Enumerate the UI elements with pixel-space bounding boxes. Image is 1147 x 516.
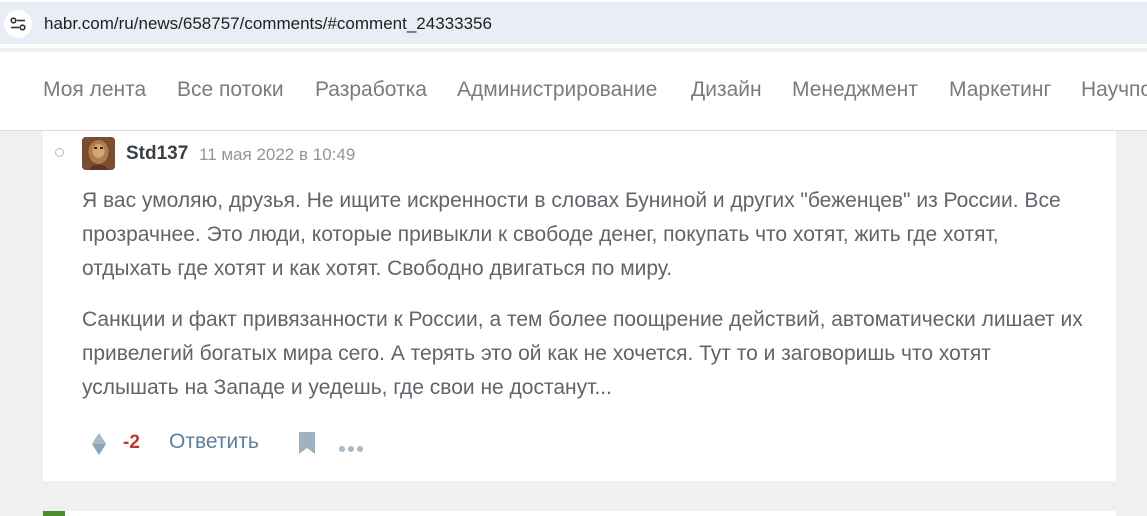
thread-dot (55, 148, 64, 157)
nav-item-design[interactable]: Дизайн (691, 78, 762, 102)
browser-address-bar: habr.com/ru/news/658757/comments/#commen… (0, 0, 1147, 48)
reply-button[interactable]: Ответить (169, 430, 259, 454)
comment-author[interactable]: Std137 (126, 143, 188, 165)
bookmark-icon[interactable] (298, 431, 316, 460)
nav-item-all-flows[interactable]: Все потоки (177, 78, 284, 102)
nav-item-my-feed[interactable]: Моя лента (43, 78, 146, 102)
nav-item-management[interactable]: Менеджмент (792, 78, 918, 102)
url-field[interactable]: habr.com/ru/news/658757/comments/#commen… (0, 2, 1147, 44)
tune-icon[interactable] (4, 10, 32, 38)
url-text[interactable]: habr.com/ru/news/658757/comments/#commen… (44, 14, 492, 34)
next-comment-edge (43, 511, 1116, 516)
comment-paragraph: Я вас умоляю, друзья. Не ищите искреннос… (82, 189, 1061, 280)
comment-time[interactable]: 11 мая 2022 в 10:49 (199, 145, 355, 165)
comment-score: -2 (123, 432, 140, 453)
vote-icon[interactable] (91, 432, 107, 461)
comment-footer: -2 Ответить (86, 428, 386, 458)
nav-item-marketing[interactable]: Маркетинг (949, 78, 1051, 102)
comment-paragraph: Санкции и факт привязанности к России, а… (82, 308, 1083, 399)
avatar[interactable] (82, 137, 115, 170)
flows-nav: Моя лента Все потоки Разработка Админист… (0, 52, 1147, 131)
nav-item-popsci[interactable]: Научпоп (1081, 78, 1147, 102)
more-options-icon[interactable] (338, 440, 364, 458)
next-comment-accent (43, 511, 65, 516)
nav-item-administration[interactable]: Администрирование (457, 78, 657, 102)
nav-item-development[interactable]: Разработка (315, 78, 427, 102)
